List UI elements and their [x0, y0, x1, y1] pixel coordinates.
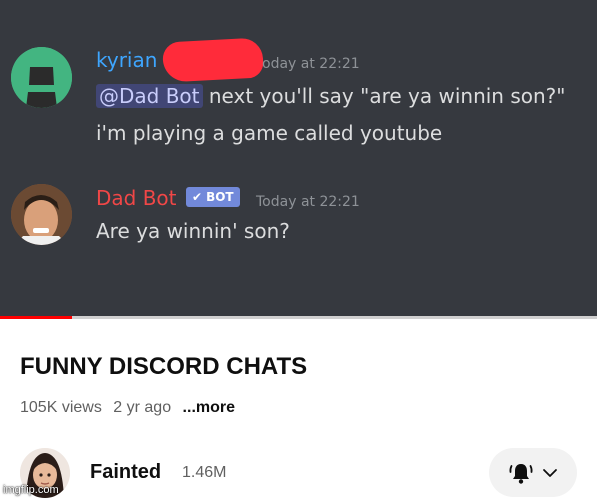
video-progress-bar[interactable]: [0, 316, 597, 319]
subscribed-notifications-button[interactable]: [489, 448, 577, 497]
message-username[interactable]: Dad Bot: [96, 186, 177, 210]
user-mention[interactable]: @Dad Bot: [96, 84, 203, 108]
video-title: FUNNY DISCORD CHATS: [20, 353, 308, 380]
message-timestamp: Today at 22:21: [256, 194, 360, 210]
subscriber-count: 1.46M: [182, 464, 227, 481]
video-player[interactable]: kyrian oday at 22:21 @Dad Bot next you'l…: [0, 0, 597, 317]
avatar-dad-bot[interactable]: [11, 184, 72, 245]
bot-badge: ✔ BOT: [186, 187, 240, 207]
message-line: i'm playing a game called youtube: [96, 121, 442, 145]
more-link[interactable]: ...more: [183, 399, 235, 416]
message-text: Are ya winnin' son?: [96, 219, 290, 243]
bot-avatar-icon: [11, 184, 72, 245]
message-text: next you'll say "are ya winnin son?": [202, 84, 566, 108]
upload-age: 2 yr ago: [113, 399, 172, 416]
bot-badge-label: BOT: [206, 190, 234, 204]
message-timestamp: oday at 22:21: [262, 56, 360, 72]
channel-name[interactable]: Fainted: [90, 461, 161, 484]
chevron-down-icon: [543, 468, 557, 477]
message-line: Are ya winnin' son?: [96, 219, 290, 243]
checkmark-icon: ✔: [192, 190, 203, 204]
message-text: i'm playing a game called youtube: [96, 121, 443, 145]
message-line: @Dad Bot next you'll say "are ya winnin …: [96, 84, 565, 108]
bell-ringing-icon: [509, 463, 533, 484]
avatar-kyrian[interactable]: [11, 47, 72, 108]
video-meta[interactable]: 105K views 2 yr ago ...more: [20, 399, 242, 417]
redaction-scribble: [162, 37, 264, 83]
view-count: 105K views: [20, 399, 102, 416]
progress-fill: [0, 316, 72, 319]
imgflip-watermark: imgflip.com: [3, 484, 59, 496]
message-username[interactable]: kyrian: [96, 48, 157, 72]
user-avatar-icon: [11, 47, 72, 108]
